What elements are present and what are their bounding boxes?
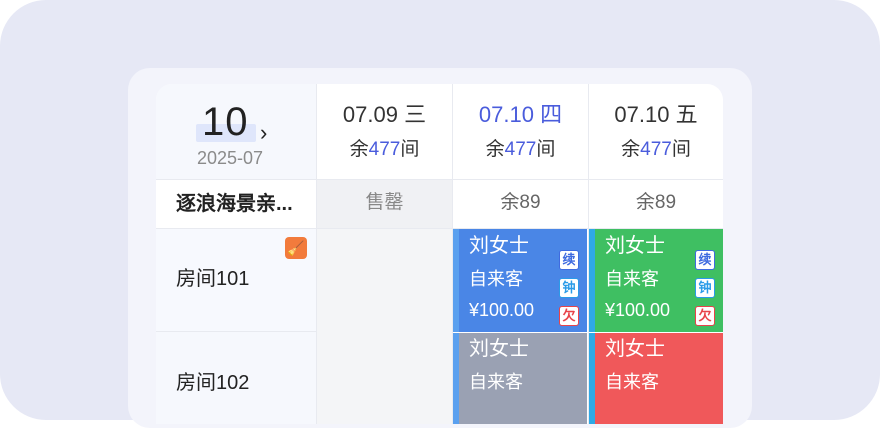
guest-name: 刘女士	[605, 235, 665, 257]
column-date: 07.10 四	[478, 102, 563, 127]
room-type-cell-soldout: 售罄	[365, 192, 404, 213]
broom-icon[interactable]: 🧹	[285, 237, 307, 259]
column-remaining: 余477间	[485, 139, 556, 160]
room-type-cell-remaining: 余89	[635, 192, 677, 213]
date-column-0710[interactable]: 07.10 五 余477间	[589, 84, 723, 179]
owing-tag: 欠	[695, 306, 715, 326]
booking-amount: ¥100.00	[605, 300, 671, 320]
booking-source: 自来客	[605, 372, 659, 392]
owing-tag: 欠	[559, 306, 579, 326]
date-column-0709[interactable]: 07.09 三 余477间	[317, 84, 452, 179]
guest-name: 刘女士	[469, 338, 529, 360]
column-date: 07.10 五	[614, 102, 698, 127]
booking-source: 自来客	[469, 269, 523, 289]
grid-line	[156, 179, 723, 180]
room-type-name[interactable]: 逐浪海景亲...	[176, 194, 293, 214]
room-type-cell-remaining: 余89	[500, 192, 541, 213]
booking-card[interactable]: 刘女士 自来客	[453, 333, 587, 424]
booking-stripe	[589, 229, 595, 332]
room-calendar: 10 › 2025-07 07.09 三 余477间 07.10 四 余477间…	[156, 84, 723, 424]
room-label-102[interactable]: 房间102	[176, 373, 249, 393]
empty-column-cells[interactable]	[317, 229, 452, 424]
column-remaining: 余477间	[621, 139, 691, 160]
booking-source: 自来客	[605, 269, 659, 289]
hourly-tag: 钟	[559, 278, 579, 298]
date-column-0710-active[interactable]: 07.10 四 余477间	[453, 84, 588, 179]
room-label-101[interactable]: 房间101	[176, 269, 249, 289]
hourly-tag: 钟	[695, 278, 715, 298]
column-date: 07.09 三	[342, 102, 427, 127]
booking-stripe	[589, 333, 595, 424]
chevron-right-icon[interactable]: ›	[260, 122, 267, 144]
column-remaining: 余477间	[349, 139, 420, 160]
booking-card[interactable]: 刘女士 自来客	[589, 333, 723, 424]
renew-tag: 续	[559, 250, 579, 270]
guest-name: 刘女士	[469, 235, 529, 257]
booking-card[interactable]: 刘女士 自来客 ¥100.00 续 钟 欠	[589, 229, 723, 332]
booking-card[interactable]: 刘女士 自来客 ¥100.00 续 钟 欠	[453, 229, 587, 332]
guest-name: 刘女士	[605, 338, 665, 360]
year-month: 2025-07	[197, 148, 264, 168]
booking-stripe	[453, 333, 459, 424]
grid-line	[156, 331, 316, 332]
booking-source: 自来客	[469, 372, 523, 392]
current-day[interactable]: 10	[202, 102, 249, 142]
booking-amount: ¥100.00	[469, 300, 535, 320]
renew-tag: 续	[695, 250, 715, 270]
booking-stripe	[453, 229, 459, 332]
